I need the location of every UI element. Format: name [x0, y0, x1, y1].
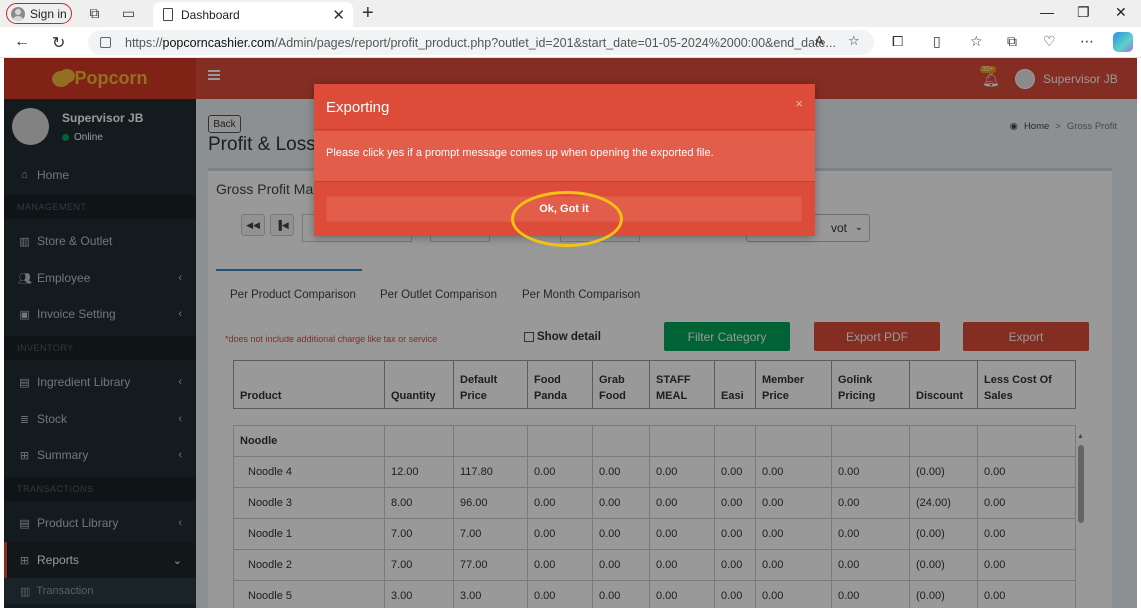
- modal-body: Please click yes if a prompt message com…: [314, 131, 815, 181]
- profile-icon: [11, 6, 25, 21]
- modal-header: Exporting ×: [314, 84, 815, 130]
- url-scheme: https://: [125, 35, 163, 50]
- tab-actions-icon[interactable]: ▭: [120, 5, 137, 22]
- split-screen-icon[interactable]: ▯: [933, 33, 941, 50]
- more-menu-icon[interactable]: ⋯: [1080, 33, 1094, 50]
- back-arrow-icon[interactable]: ←: [14, 33, 30, 51]
- modal-message: Please click yes if a prompt message com…: [326, 147, 714, 159]
- extensions-icon[interactable]: ⧠: [892, 33, 903, 50]
- sign-in-label: Sign in: [30, 6, 67, 21]
- close-tab-icon[interactable]: ✕: [332, 6, 345, 24]
- copilot-icon[interactable]: [1113, 32, 1133, 52]
- browser-tab-dashboard[interactable]: Dashboard ✕: [153, 2, 353, 27]
- modal-title: Exporting: [326, 99, 390, 116]
- collections-icon[interactable]: ⧉: [1007, 33, 1017, 50]
- tab-title: Dashboard: [181, 7, 240, 22]
- minimize-icon[interactable]: —: [1040, 4, 1054, 20]
- url-input[interactable]: https://popcorncashier.com/Admin/pages/r…: [88, 30, 874, 55]
- refresh-icon[interactable]: ↻: [52, 33, 65, 53]
- close-icon[interactable]: ×: [795, 96, 803, 111]
- address-bar-row: ← ↻ https://popcorncashier.com/Admin/pag…: [0, 27, 1141, 58]
- browser-essentials-icon[interactable]: ♡: [1043, 33, 1056, 50]
- page-icon: [163, 8, 173, 21]
- sign-in-button[interactable]: Sign in: [6, 3, 72, 24]
- lock-icon: [100, 37, 111, 48]
- new-tab-icon[interactable]: +: [362, 2, 374, 25]
- annotation-highlight-ring: [511, 191, 623, 247]
- url-path: /Admin/pages/report/profit_product.php?o…: [274, 35, 836, 50]
- restore-icon[interactable]: ❐: [1077, 4, 1090, 21]
- browser-tab-bar: Sign in ⧉ ▭ Dashboard ✕ + — ❐ ✕: [0, 0, 1141, 27]
- favorites-icon[interactable]: ☆: [970, 33, 983, 50]
- read-aloud-icon[interactable]: A: [815, 33, 824, 48]
- workspaces-icon[interactable]: ⧉: [86, 5, 103, 22]
- favorite-star-icon[interactable]: ☆: [848, 33, 860, 49]
- window-close-icon[interactable]: ✕: [1115, 4, 1127, 21]
- url-host: popcorncashier.com: [162, 35, 275, 50]
